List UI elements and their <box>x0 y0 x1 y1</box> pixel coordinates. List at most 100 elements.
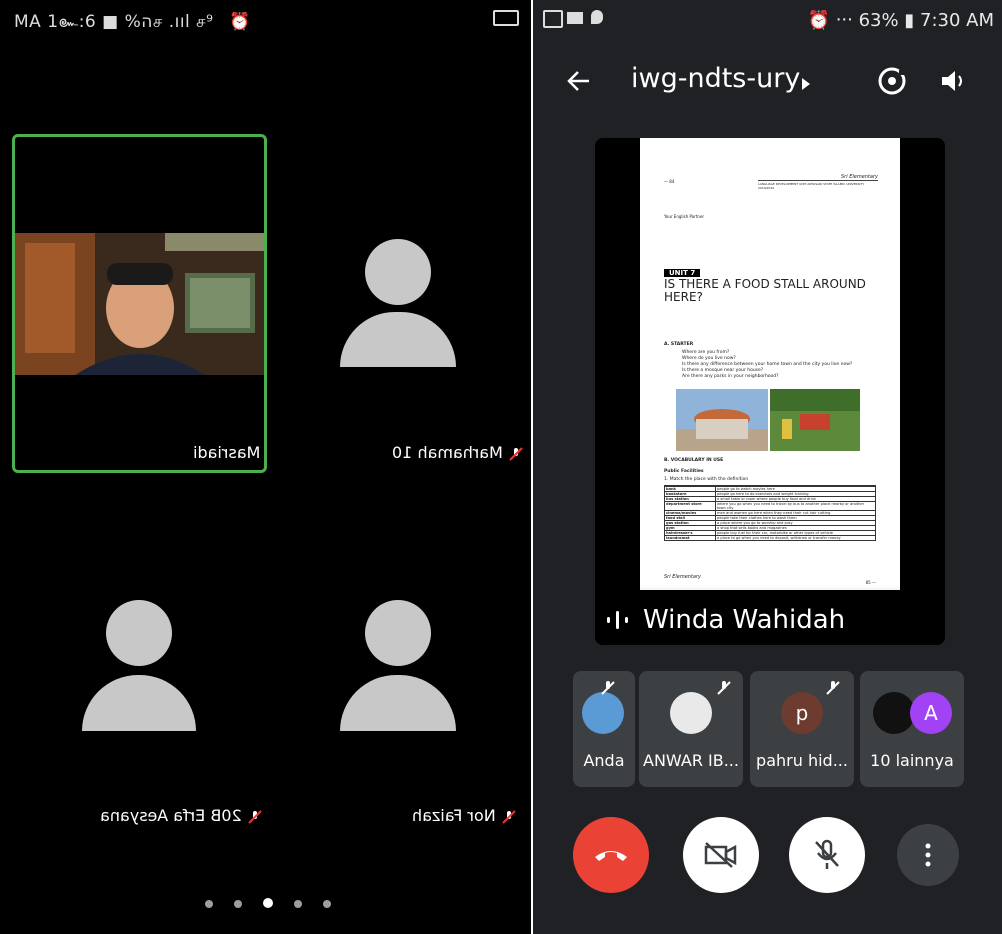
participant-tile-others[interactable]: A 10 lainnya <box>860 671 964 787</box>
avatar: p <box>781 692 823 734</box>
more-vert-icon <box>925 843 931 867</box>
left-phone-screen: MA 1๛:6 ■ %הச .ııl ச⁹ ⏰ Masriadi Marhama… <box>0 0 531 934</box>
vocab-definition: a small table or room where people buy f… <box>717 497 816 501</box>
shared-document: Sri Elementary — 84 LANGUAGE DEVELOPMENT… <box>640 138 900 590</box>
audio-level-icon <box>607 611 628 629</box>
chevron-right-icon[interactable] <box>800 77 812 91</box>
microphone-toggle-button[interactable] <box>789 817 865 893</box>
participant-tile-masriadi[interactable]: Masriadi <box>12 134 267 473</box>
vocab-place: laundromat <box>665 536 716 540</box>
participant-tile-pahru[interactable]: p pahru hid... <box>750 671 854 787</box>
vocab-place: bus station <box>665 497 716 501</box>
vocab-place: cinema/movies <box>665 511 716 515</box>
doc-footer: Sri Elementary <box>664 574 701 580</box>
location-icon <box>591 10 603 24</box>
vocab-row: gym a shop that sells books and magazines <box>665 525 875 530</box>
vocab-place: hairdresser's <box>665 531 716 535</box>
page-dot[interactable] <box>323 900 331 908</box>
status-text: MA 1๛:6 ■ %הச .ııl ச⁹ <box>14 12 214 32</box>
vocab-row: hairdresser's people buy fuel for their c… <box>665 530 875 535</box>
vocab-row: bus station a small table or room where p… <box>665 496 875 501</box>
battery-percent: 63% <box>858 10 899 31</box>
park-photo <box>770 389 860 451</box>
participant-tile-marhamah[interactable]: Marhamah 10 <box>270 134 526 467</box>
vocab-definition: people buy fuel for their car, motorbike… <box>717 531 833 535</box>
page-dot[interactable] <box>234 900 242 908</box>
speaker-icon[interactable] <box>938 66 968 96</box>
cast-icon <box>493 10 519 26</box>
participant-tile-anwar[interactable]: ANWAR IB... <box>639 671 743 787</box>
page-dot-active[interactable] <box>263 898 273 908</box>
avatar <box>106 600 172 666</box>
page-dot[interactable] <box>205 900 213 908</box>
signal-icon: ‧‧‧ <box>835 10 853 31</box>
vocab-definition: a place where you go to worship and pray <box>717 521 793 525</box>
vocab-place: food stall <box>665 516 716 520</box>
vocab-row: bank people go to watch movies here <box>665 486 875 491</box>
meeting-code[interactable]: iwg-ndts-ury <box>631 63 800 94</box>
participant-name: Marhamah 10 <box>392 443 524 462</box>
switch-camera-icon[interactable] <box>875 64 909 98</box>
avatar <box>365 239 431 305</box>
vocab-place: bank <box>665 487 716 491</box>
status-clock: ⏰ ‧‧‧ 63% ▮ 7:30 AM <box>808 10 994 31</box>
gallery-icon <box>543 10 563 28</box>
doc-page-number: — 84 <box>664 179 675 184</box>
vocab-definition: where you go when you need to travel by … <box>717 502 865 510</box>
participant-tile-erfa[interactable]: 20B Erfa Aesyana <box>12 570 267 840</box>
mic-off-icon <box>508 446 524 462</box>
vocab-row: gas station a place where you go to worsh… <box>665 520 875 525</box>
vocab-row: cinema/movies men and women go here when … <box>665 510 875 515</box>
avatar <box>670 692 712 734</box>
doc-instruction: 1. Match the place with the definition <box>664 477 749 482</box>
vocab-definition: men and women go here when they need the… <box>717 511 831 515</box>
participant-name: Nor Faizah <box>412 806 517 825</box>
more-options-button[interactable] <box>897 824 959 886</box>
alarm-icon: ⏰ <box>229 12 251 32</box>
vocab-definition: people go to watch movies here <box>717 487 775 491</box>
avatar-body <box>82 675 196 731</box>
participant-name: pahru hid... <box>756 751 848 770</box>
starter-questions: Where are you from? Where do you live no… <box>682 350 852 380</box>
meeting-topbar: iwg-ndts-ury <box>533 55 1002 105</box>
vocab-place: department store <box>665 502 716 510</box>
page-dot[interactable] <box>294 900 302 908</box>
avatar-body <box>340 675 456 731</box>
alarm-icon: ⏰ <box>807 10 830 31</box>
presenter-name: Winda Wahidah <box>643 605 846 635</box>
video-feed <box>15 233 264 375</box>
doc-public-facilities: Public Facilities <box>664 469 704 474</box>
presentation-view[interactable]: Sri Elementary — 84 LANGUAGE DEVELOPMENT… <box>595 138 945 645</box>
folder-icon <box>567 12 583 24</box>
participant-name: ANWAR IB... <box>643 751 739 770</box>
back-arrow-icon[interactable] <box>565 67 593 95</box>
mic-off-icon <box>717 681 731 695</box>
vocab-place: gym <box>665 526 716 530</box>
hang-up-icon <box>595 851 627 861</box>
doc-section-a: A. STARTER <box>664 342 694 347</box>
participant-tile-anda[interactable]: Anda <box>573 671 635 787</box>
battery-icon: ▮ <box>904 10 915 31</box>
camera-toggle-button[interactable] <box>683 817 759 893</box>
doc-unit-badge: UNIT 7 <box>664 269 701 277</box>
vocab-definition: people take their clothes here to wash t… <box>717 516 797 520</box>
status-bar: ⏰ ‧‧‧ 63% ▮ 7:30 AM <box>533 0 1002 40</box>
avatar <box>873 692 915 734</box>
video-off-icon <box>704 842 737 868</box>
end-call-button[interactable] <box>573 817 649 893</box>
vocab-row: food stall people take their clothes here… <box>665 515 875 520</box>
avatar-body <box>340 312 456 367</box>
presenter-bar: Winda Wahidah <box>595 585 945 645</box>
doc-title: IS THERE A FOOD STALL AROUND HERE? <box>664 277 866 304</box>
vocab-row: laundromat a place to go when you need to… <box>665 535 875 540</box>
page-indicator[interactable] <box>205 893 352 912</box>
participant-tile-nor-faizah[interactable]: Nor Faizah <box>270 570 526 840</box>
vocab-definition: people go here to do exercises and weigh… <box>717 492 809 496</box>
status-bar: MA 1๛:6 ■ %הச .ııl ச⁹ ⏰ <box>14 8 251 35</box>
vocab-place: bookstore <box>665 492 716 496</box>
avatar-initial: A <box>910 692 952 734</box>
time: 7:30 AM <box>920 10 994 31</box>
mosque-photo <box>676 389 768 451</box>
participant-name: Masriadi <box>193 443 261 462</box>
mic-off-icon <box>815 839 839 869</box>
